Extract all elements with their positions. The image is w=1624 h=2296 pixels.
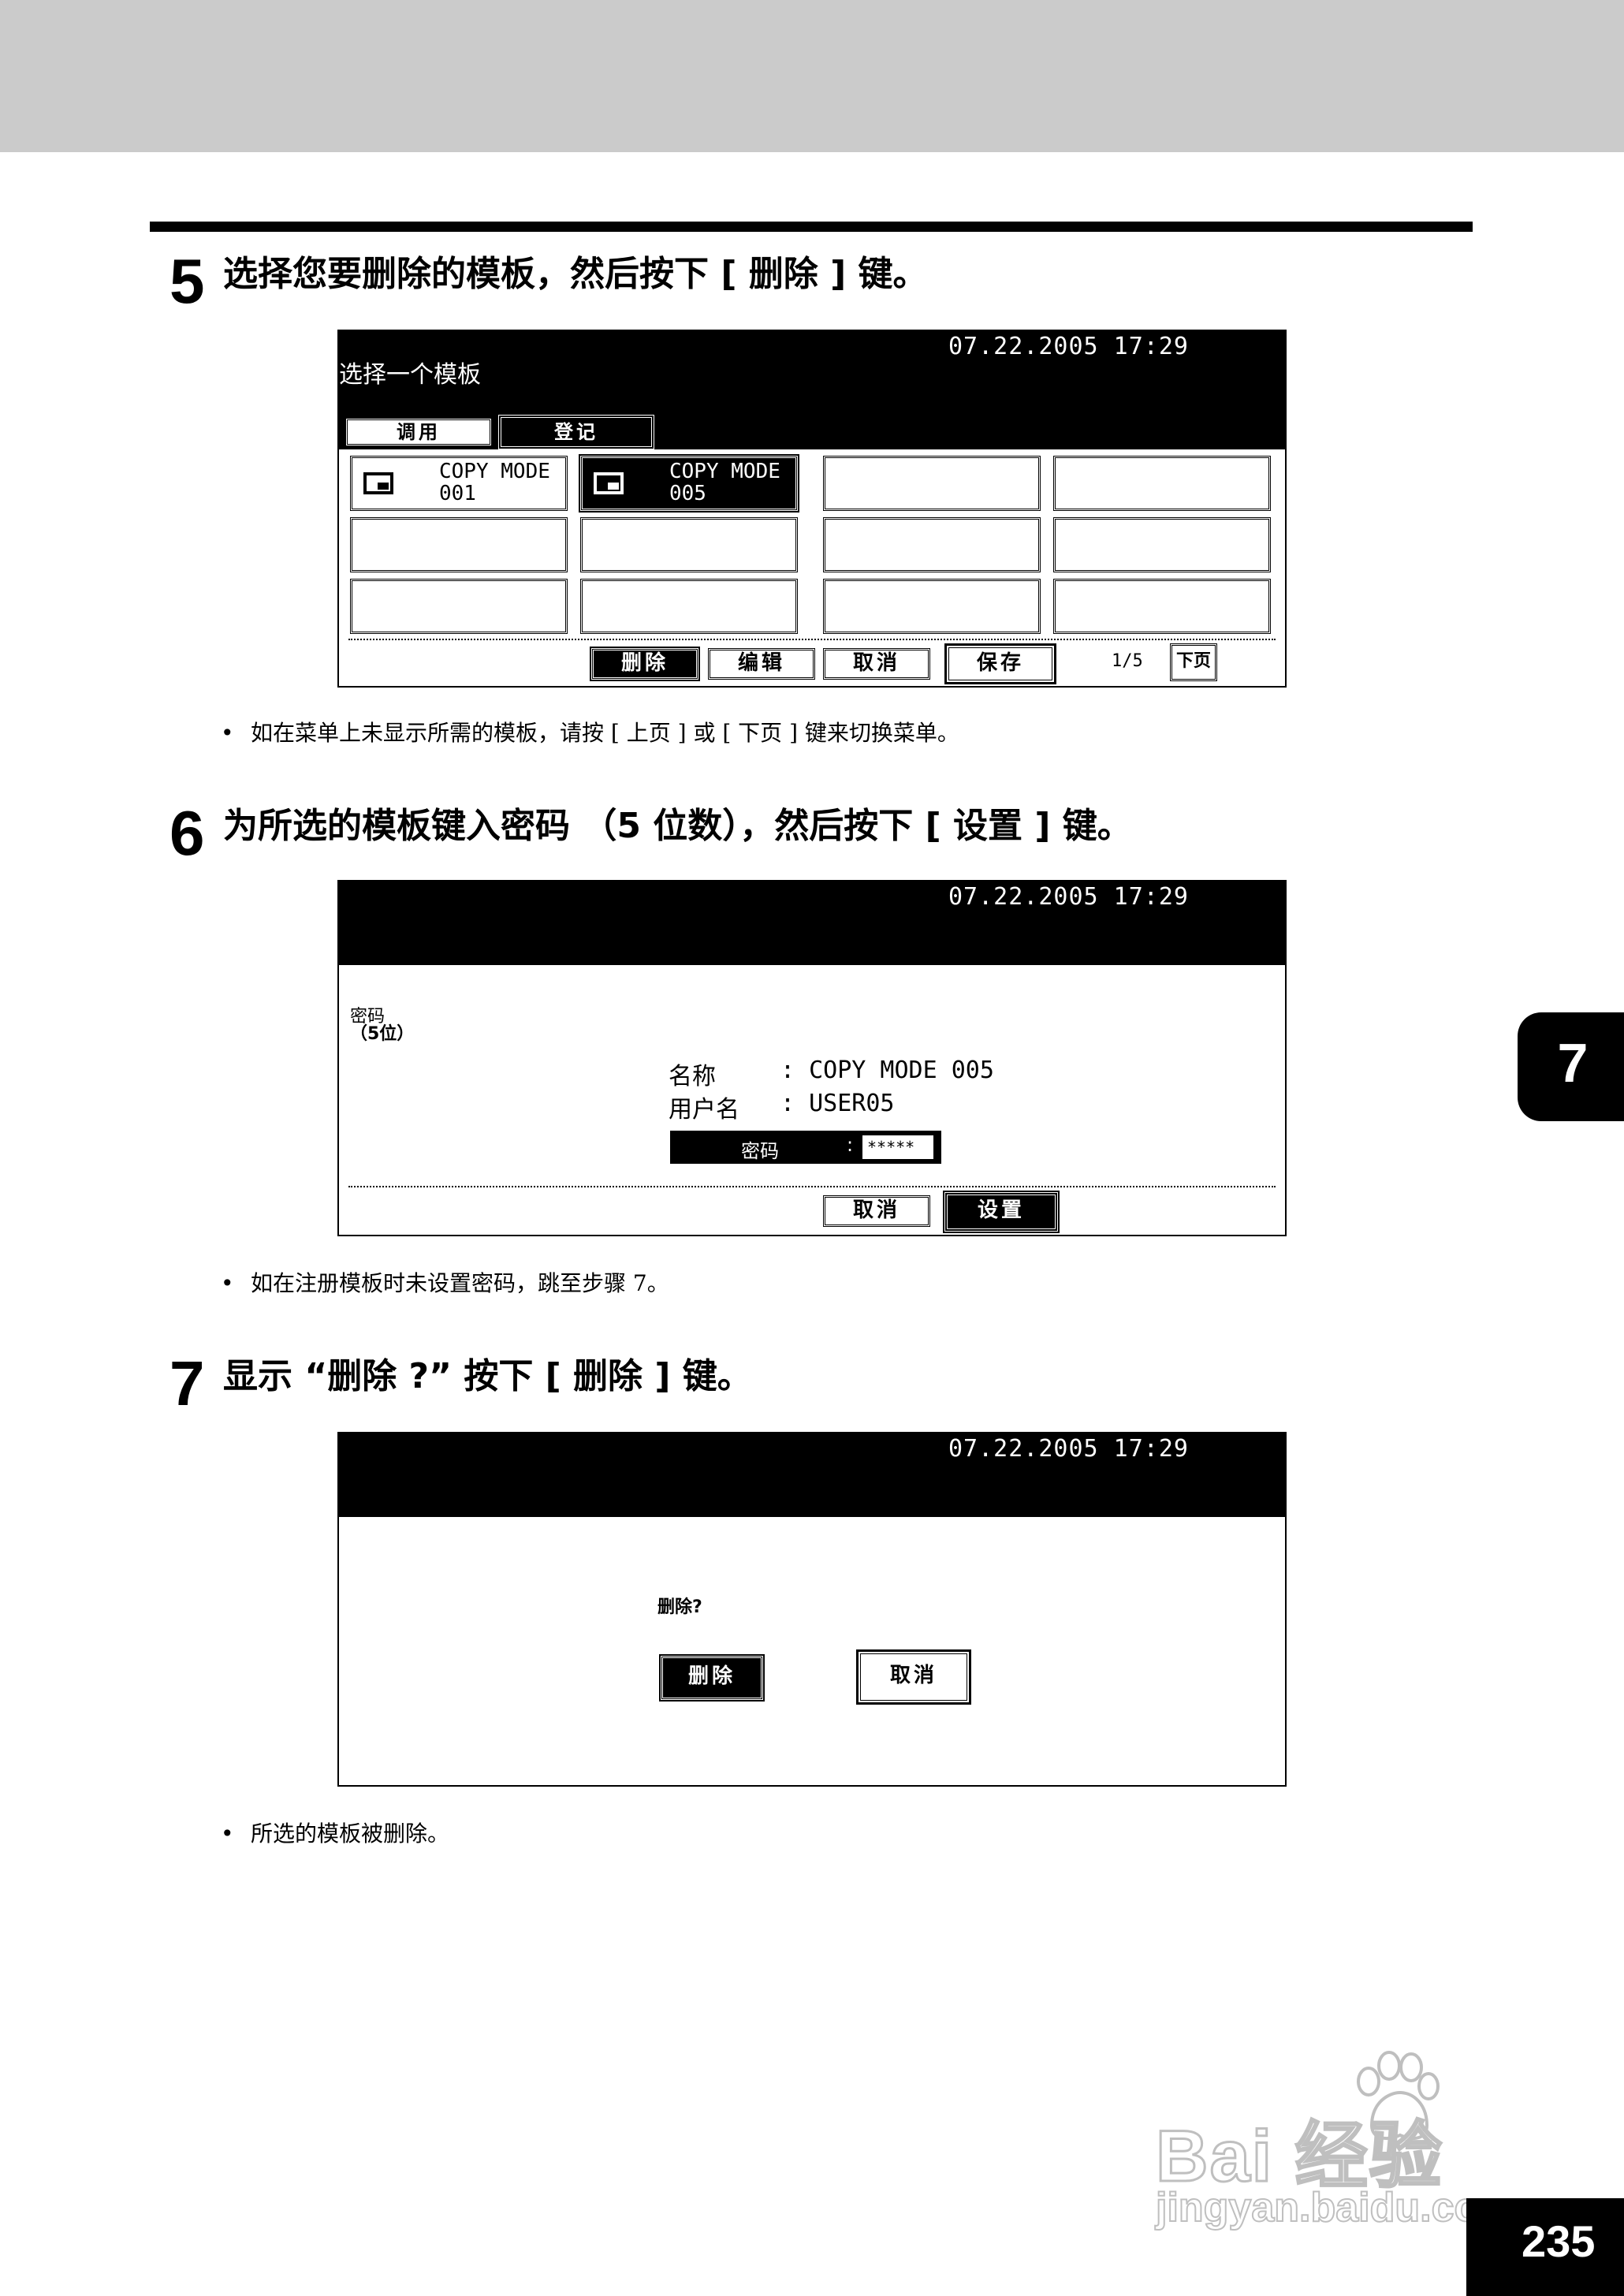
template-cell-001[interactable]: COPY MODE 001 <box>350 456 568 511</box>
step-text: 选择您要删除的模板，然后按下 [ 删除 ] 键。 <box>223 254 928 294</box>
template-select-screen: 07.22.2005 17:29 选择一个模板 调用 登记 COPY MODE … <box>337 330 1287 688</box>
page-number-box: 235 <box>1466 2198 1624 2296</box>
page-number: 235 <box>1522 2216 1596 2266</box>
section-rule <box>150 222 1473 232</box>
name-label: 名称 <box>669 1063 716 1090</box>
template-cell-empty[interactable] <box>580 579 798 634</box>
cell-label-line2: 005 <box>669 482 706 505</box>
note-text: 所选的模板被删除。 <box>251 1821 450 1847</box>
chapter-tab: 7 <box>1518 1012 1624 1121</box>
divider <box>348 1186 1276 1187</box>
watermark: Bai 经验 jingyan.baidu.com <box>1155 2050 1518 2239</box>
document-icon <box>363 472 393 494</box>
next-page-button[interactable]: 下页 <box>1170 643 1217 681</box>
delete-button[interactable]: 删除 <box>590 647 700 681</box>
password-digits-label: （5位） <box>350 1024 415 1044</box>
cell-label-line1: COPY MODE <box>439 460 550 483</box>
screen-title: 选择一个模板 <box>339 361 481 389</box>
step-number: 5 <box>169 246 205 316</box>
screen-header: 07.22.2005 17:29 <box>339 1433 1285 1517</box>
delete-button[interactable]: 删除 <box>659 1654 765 1702</box>
template-cell-empty[interactable] <box>580 517 798 572</box>
delete-prompt: 删除? <box>657 1597 702 1617</box>
password-field-label: 密码 <box>741 1140 779 1162</box>
template-cell-empty[interactable] <box>823 456 1041 511</box>
screen-header: 07.22.2005 17:29 选择一个模板 调用 登记 <box>339 331 1285 449</box>
note-step5: • 如在菜单上未显示所需的模板，请按 [ 上页 ] 或 [ 下页 ] 键来切换菜单… <box>221 718 959 749</box>
password-input[interactable]: ***** <box>862 1135 933 1159</box>
set-button[interactable]: 设置 <box>943 1191 1060 1233</box>
template-cell-empty[interactable] <box>350 579 568 634</box>
tab-register[interactable]: 登记 <box>498 415 654 449</box>
datetime: 07.22.2005 17:29 <box>948 883 1189 911</box>
datetime: 07.22.2005 17:29 <box>948 1435 1189 1463</box>
cancel-button[interactable]: 取消 <box>856 1649 971 1705</box>
template-cell-005[interactable]: COPY MODE 005 <box>579 454 799 512</box>
bullet: • <box>221 720 234 746</box>
step-number: 6 <box>169 798 205 868</box>
confirm-delete-screen: 07.22.2005 17:29 删除? 删除 取消 <box>337 1432 1287 1787</box>
save-button[interactable]: 保存 <box>944 643 1056 684</box>
note-text: 如在注册模板时未设置密码，跳至步骤 7。 <box>251 1270 669 1296</box>
name-value: : COPY MODE 005 <box>780 1057 994 1084</box>
template-cell-empty[interactable] <box>823 517 1041 572</box>
template-cell-empty[interactable] <box>1053 517 1271 572</box>
datetime: 07.22.2005 17:29 <box>948 333 1189 360</box>
note-step7: • 所选的模板被删除。 <box>221 1818 449 1850</box>
password-screen: 07.22.2005 17:29 密码 （5位） 名称 : COPY MODE … <box>337 880 1287 1236</box>
tab-recall[interactable]: 调用 <box>345 418 492 446</box>
page-indicator: 1/5 <box>1112 651 1143 671</box>
header-band <box>0 0 1624 152</box>
password-field[interactable]: 密码 : ***** <box>670 1131 941 1164</box>
user-value: : USER05 <box>780 1090 895 1117</box>
document-icon <box>594 472 624 494</box>
watermark-url: jingyan.baidu.com <box>1155 2184 1516 2231</box>
screen-header: 07.22.2005 17:29 <box>339 882 1285 965</box>
cancel-button[interactable]: 取消 <box>823 648 930 680</box>
step-text: 为所选的模板键入密码 （5 位数），然后按下 [ 设置 ] 键。 <box>223 806 1132 846</box>
user-label: 用户名 <box>669 1096 739 1124</box>
divider <box>348 639 1276 640</box>
template-cell-empty[interactable] <box>823 579 1041 634</box>
password-separator: : <box>847 1134 854 1156</box>
note-step6: • 如在注册模板时未设置密码，跳至步骤 7。 <box>221 1268 669 1299</box>
step-number: 7 <box>169 1348 205 1418</box>
template-cell-empty[interactable] <box>1053 579 1271 634</box>
chapter-number: 7 <box>1557 1032 1589 1094</box>
bullet: • <box>221 1821 234 1847</box>
bullet: • <box>221 1270 234 1296</box>
cell-label-line2: 001 <box>439 482 476 505</box>
cancel-button[interactable]: 取消 <box>823 1195 930 1227</box>
edit-button[interactable]: 编辑 <box>708 648 815 680</box>
note-text: 如在菜单上未显示所需的模板，请按 [ 上页 ] 或 [ 下页 ] 键来切换菜单。 <box>251 720 959 746</box>
cell-label-line1: COPY MODE <box>669 460 780 483</box>
template-cell-empty[interactable] <box>350 517 568 572</box>
step-text: 显示 “删除 ?” 按下 [ 删除 ] 键。 <box>223 1356 752 1396</box>
template-cell-empty[interactable] <box>1053 456 1271 511</box>
